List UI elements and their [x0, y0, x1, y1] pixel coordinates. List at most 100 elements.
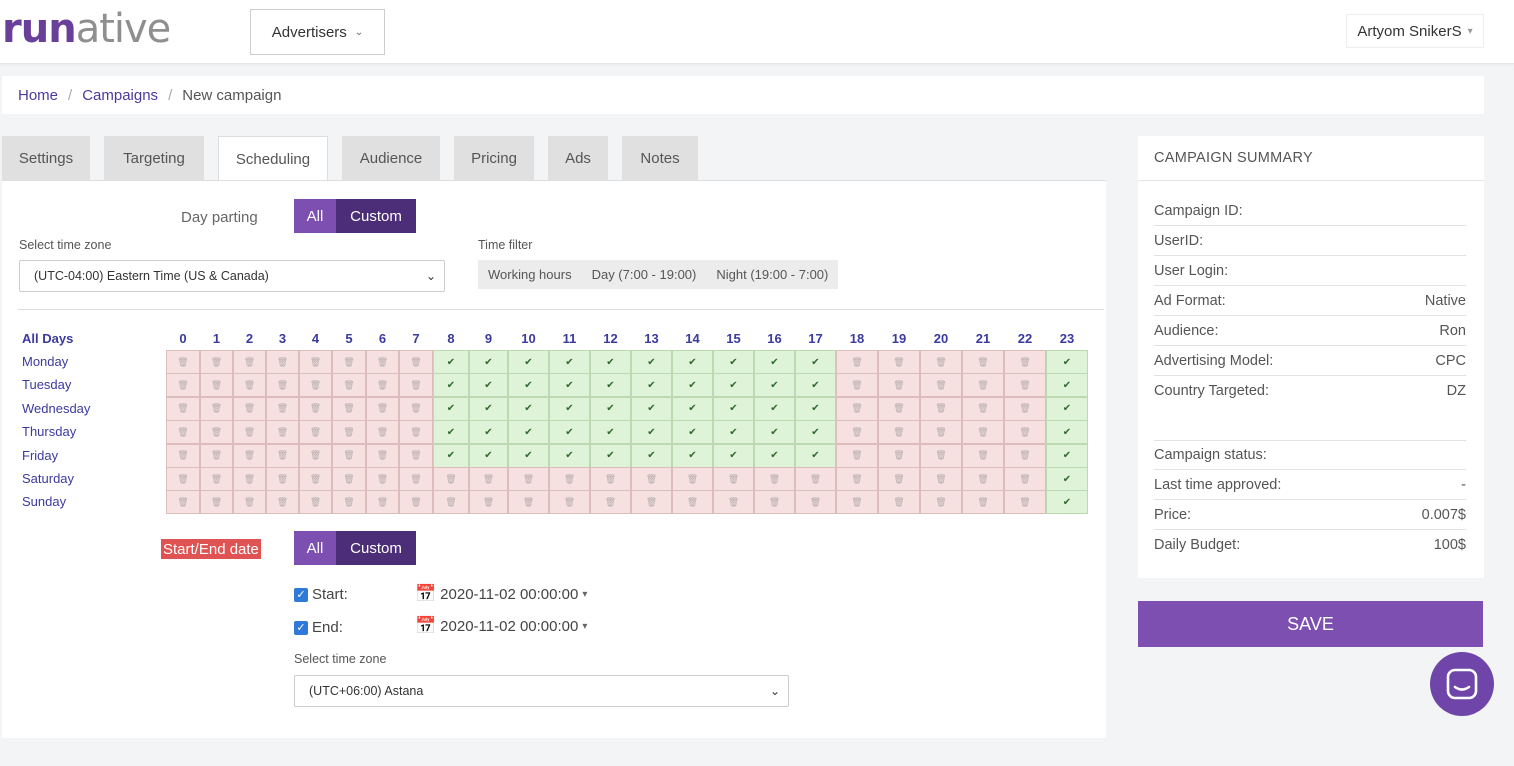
schedule-cell[interactable]: 🗑 [878, 396, 920, 421]
schedule-cell[interactable]: 🗑 [399, 443, 433, 468]
schedule-cell[interactable]: 🗑 [433, 467, 469, 491]
schedule-cell[interactable]: 🗑 [878, 350, 920, 374]
schedule-cell[interactable]: 🗑 [266, 373, 299, 398]
hour-header-1[interactable]: 1 [200, 331, 233, 346]
schedule-cell[interactable]: 🗑 [299, 350, 332, 374]
schedule-cell[interactable]: 🗑 [299, 443, 332, 468]
schedule-cell[interactable]: 🗑 [1004, 350, 1046, 374]
schedule-cell[interactable]: ✔ [1046, 396, 1088, 421]
schedule-cell[interactable]: ✔ [1046, 467, 1088, 491]
schedule-cell[interactable]: 🗑 [299, 490, 332, 515]
schedule-cell[interactable]: ✔ [549, 443, 590, 468]
schedule-cell[interactable]: 🗑 [1004, 490, 1046, 515]
schedule-cell[interactable]: 🗑 [795, 490, 836, 515]
schedule-cell[interactable]: ✔ [590, 443, 631, 468]
schedule-cell[interactable]: ✔ [713, 373, 754, 398]
schedule-cell[interactable]: 🗑 [366, 420, 399, 445]
schedule-cell[interactable]: 🗑 [266, 443, 299, 468]
schedule-cell[interactable]: 🗑 [672, 467, 713, 491]
hour-header-22[interactable]: 22 [1004, 331, 1046, 346]
schedule-cell[interactable]: 🗑 [836, 420, 878, 445]
schedule-cell[interactable]: ✔ [590, 396, 631, 421]
schedule-cell[interactable]: ✔ [1046, 373, 1088, 398]
breadcrumb-home[interactable]: Home [18, 87, 58, 104]
hour-header-13[interactable]: 13 [631, 331, 672, 346]
tab-targeting[interactable]: Targeting [104, 136, 204, 181]
schedule-cell[interactable]: 🗑 [878, 373, 920, 398]
schedule-cell[interactable]: ✔ [713, 420, 754, 445]
hour-header-18[interactable]: 18 [836, 331, 878, 346]
schedule-cell[interactable]: 🗑 [962, 420, 1004, 445]
schedule-cell[interactable]: 🗑 [166, 396, 200, 421]
schedule-cell[interactable]: ✔ [754, 396, 795, 421]
schedule-cell[interactable]: ✔ [795, 396, 836, 421]
schedule-cell[interactable]: 🗑 [1004, 373, 1046, 398]
schedule-cell[interactable]: ✔ [1046, 420, 1088, 445]
schedule-cell[interactable]: 🗑 [266, 467, 299, 491]
schedule-cell[interactable]: ✔ [1046, 443, 1088, 468]
schedule-cell[interactable]: 🗑 [836, 467, 878, 491]
schedule-cell[interactable]: 🗑 [166, 420, 200, 445]
schedule-cell[interactable]: 🗑 [299, 467, 332, 491]
schedule-cell[interactable]: 🗑 [1004, 467, 1046, 491]
schedule-cell[interactable]: ✔ [713, 443, 754, 468]
schedule-cell[interactable]: 🗑 [200, 467, 233, 491]
day-label-saturday[interactable]: Saturday [22, 471, 74, 486]
hour-header-3[interactable]: 3 [266, 331, 299, 346]
schedule-cell[interactable]: 🗑 [200, 443, 233, 468]
schedule-cell[interactable]: 🗑 [366, 396, 399, 421]
schedule-cell[interactable]: ✔ [469, 373, 508, 398]
schedule-cell[interactable]: ✔ [590, 373, 631, 398]
schedule-cell[interactable]: 🗑 [920, 467, 962, 491]
schedule-cell[interactable]: ✔ [433, 420, 469, 445]
day-label-wednesday[interactable]: Wednesday [22, 401, 90, 416]
schedule-cell[interactable]: 🗑 [590, 490, 631, 515]
schedule-cell[interactable]: ✔ [590, 420, 631, 445]
day-label-friday[interactable]: Friday [22, 448, 58, 463]
time-filter-day[interactable]: Day (7:00 - 19:00) [582, 267, 707, 282]
schedule-cell[interactable]: 🗑 [795, 467, 836, 491]
hour-header-10[interactable]: 10 [508, 331, 549, 346]
schedule-cell[interactable]: 🗑 [332, 420, 366, 445]
schedule-cell[interactable]: 🗑 [508, 467, 549, 491]
schedule-cell[interactable]: ✔ [795, 420, 836, 445]
schedule-cell[interactable]: ✔ [672, 396, 713, 421]
schedule-cell[interactable]: 🗑 [962, 443, 1004, 468]
hour-header-14[interactable]: 14 [672, 331, 713, 346]
schedule-cell[interactable]: 🗑 [332, 490, 366, 515]
day-parting-custom-button[interactable]: Custom [336, 199, 416, 233]
schedule-cell[interactable]: 🗑 [754, 490, 795, 515]
schedule-cell[interactable]: ✔ [508, 443, 549, 468]
schedule-cell[interactable]: 🗑 [266, 396, 299, 421]
schedule-cell[interactable]: ✔ [713, 396, 754, 421]
schedule-cell[interactable]: 🗑 [754, 467, 795, 491]
schedule-cell[interactable]: ✔ [508, 350, 549, 374]
schedule-cell[interactable]: 🗑 [233, 396, 266, 421]
schedule-cell[interactable]: 🗑 [1004, 396, 1046, 421]
time-zone-select[interactable]: (UTC-04:00) Eastern Time (US & Canada) ⌄ [19, 260, 445, 292]
schedule-cell[interactable]: ✔ [672, 420, 713, 445]
schedule-cell[interactable]: ✔ [631, 443, 672, 468]
schedule-cell[interactable]: 🗑 [549, 467, 590, 491]
hour-header-15[interactable]: 15 [713, 331, 754, 346]
day-label-sunday[interactable]: Sunday [22, 494, 66, 509]
schedule-cell[interactable]: 🗑 [713, 467, 754, 491]
schedule-cell[interactable]: 🗑 [1004, 420, 1046, 445]
schedule-cell[interactable]: 🗑 [332, 467, 366, 491]
schedule-cell[interactable]: ✔ [672, 350, 713, 374]
schedule-cell[interactable]: 🗑 [332, 373, 366, 398]
runative-logo[interactable]: runative [2, 6, 171, 52]
schedule-cell[interactable]: ✔ [508, 396, 549, 421]
schedule-cell[interactable]: ✔ [795, 443, 836, 468]
schedule-cell[interactable]: ✔ [795, 373, 836, 398]
schedule-cell[interactable]: 🗑 [399, 350, 433, 374]
schedule-cell[interactable]: ✔ [754, 373, 795, 398]
schedule-cell[interactable]: 🗑 [962, 350, 1004, 374]
schedule-cell[interactable]: 🗑 [266, 490, 299, 515]
schedule-cell[interactable]: 🗑 [672, 490, 713, 515]
date-all-button[interactable]: All [294, 531, 336, 565]
advertisers-dropdown[interactable]: Advertisers ⌄ [250, 9, 385, 55]
schedule-cell[interactable]: ✔ [508, 373, 549, 398]
schedule-cell[interactable]: 🗑 [399, 373, 433, 398]
schedule-cell[interactable]: ✔ [672, 443, 713, 468]
